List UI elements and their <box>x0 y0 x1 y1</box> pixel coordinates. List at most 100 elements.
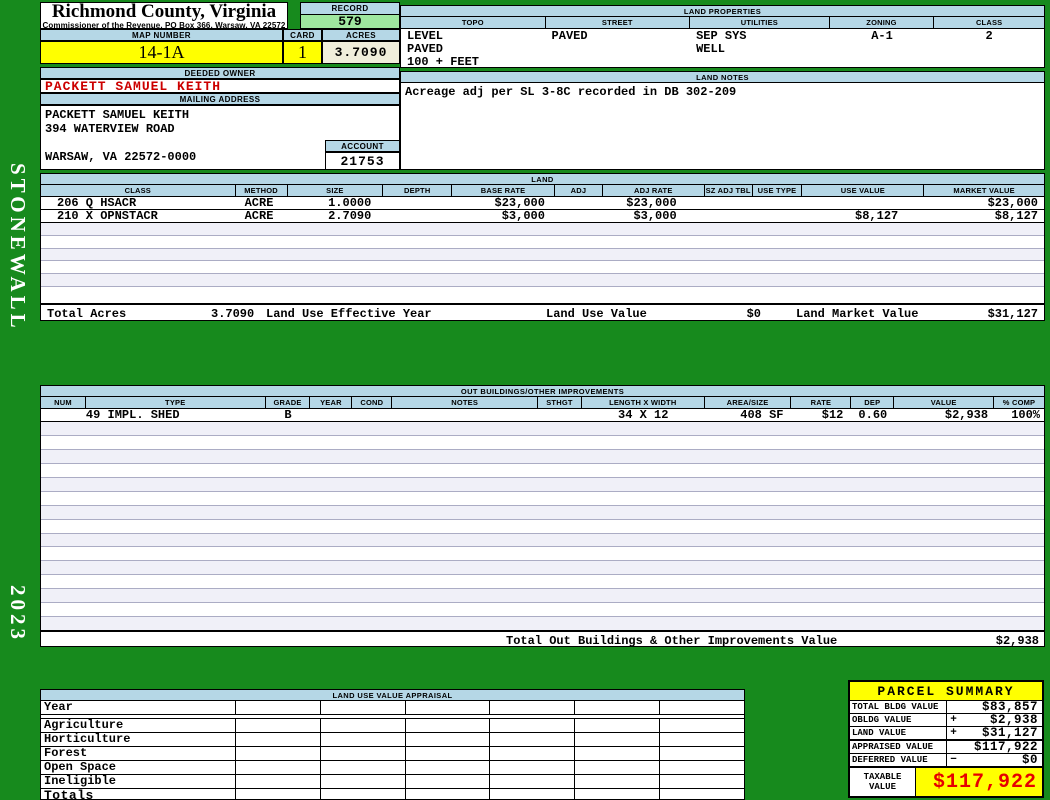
land-cell-depth <box>383 210 452 222</box>
column-header-class: CLASS <box>975 18 1003 27</box>
acres-header: ACRES <box>322 29 400 41</box>
land-cell-base-rate: $3,000 <box>501 210 545 222</box>
column-header-use-value: USE VALUE <box>802 185 925 196</box>
column-header-adj: ADJ <box>555 185 603 196</box>
column-header-sz-adj-tbl: SZ ADJ TBL <box>705 185 753 196</box>
appraisal-row-label: Ineligible <box>41 775 236 788</box>
ob-cell-rate: $12 <box>821 409 844 421</box>
column-header-zoning: ZONING <box>830 17 935 28</box>
land-market-value: $31,127 <box>987 307 1038 321</box>
land-properties-values: LEVEL PAVED 100 + FEET PAVED SEP SYS WEL… <box>401 29 1044 69</box>
zoning-value: A-1 <box>871 29 893 43</box>
land-cell-adj-rate: $23,000 <box>626 197 677 209</box>
land-cell-class: 206 Q HSACR <box>57 197 137 209</box>
out-buildings-empty-rows <box>41 422 1044 631</box>
column-header-topo: TOPO <box>401 17 546 28</box>
taxable-value-label: TAXABLE VALUE <box>850 768 916 796</box>
summary-label: APPRAISED VALUE <box>850 741 947 753</box>
out-buildings-total-label: Total Out Buildings & Other Improvements… <box>506 634 838 648</box>
summary-row-appraised: APPRAISED VALUE $117,922 <box>850 740 1042 754</box>
land-cell-depth <box>383 197 452 209</box>
land-cell-size: 2.7090 <box>328 210 372 222</box>
column-header-type: TYPE <box>86 397 266 408</box>
total-acres-value: 3.7090 <box>211 307 255 321</box>
out-buildings-total-value: $2,938 <box>995 634 1039 648</box>
land-use-effective-year-label: Land Use Effective Year <box>266 307 432 321</box>
land-cell-market-value: $8,127 <box>994 210 1038 222</box>
class-value: 2 <box>985 29 993 43</box>
deeded-owner-value: PACKETT SAMUEL KEITH <box>40 79 400 93</box>
appraisal-row-label: Totals <box>41 789 236 800</box>
appraisal-row-label: Open Space <box>41 761 236 774</box>
county-title: Richmond County, Virginia <box>51 1 277 22</box>
land-cell-sz-adj-tbl <box>705 210 753 222</box>
appraisal-row-label: Year <box>41 701 236 714</box>
property-record-card: STONEWALL 2023 Richmond County, Virginia… <box>0 0 1050 800</box>
map-number-header: MAP NUMBER <box>40 29 283 41</box>
column-header-method: METHOD <box>236 185 288 196</box>
column-header-class: CLASS <box>41 185 236 196</box>
land-use-value-label: Land Use Value <box>546 307 647 321</box>
column-header-depth: DEPTH <box>383 185 453 196</box>
summary-operator: + <box>950 727 957 739</box>
column-header-dep: DEP <box>851 397 895 408</box>
parcel-summary-title: PARCEL SUMMARY <box>850 682 1042 701</box>
land-properties-header-row: TOPO STREET UTILITIES ZONING CLASS <box>401 17 1044 29</box>
summary-operator: + <box>950 714 957 726</box>
appraisal-row-cells <box>236 775 744 788</box>
utilities-values: SEP SYS WELL <box>690 29 830 69</box>
land-cell-use-type <box>753 210 803 222</box>
column-header-utilities: UTILITIES <box>690 17 830 28</box>
out-buildings-header-row: NUM TYPE GRADE YEAR COND NOTES STHGT LEN… <box>41 397 1044 409</box>
appraisal-row-cells <box>236 747 744 760</box>
ob-cell-year <box>310 409 352 421</box>
column-header-pct-comp: % COMP <box>1002 398 1036 407</box>
summary-value: $83,857 <box>981 700 1038 714</box>
summary-value: $117,922 <box>973 740 1038 754</box>
summary-label: LAND VALUE <box>850 727 947 739</box>
appraisal-row-label: Agriculture <box>41 719 236 732</box>
summary-row-land: LAND VALUE + $31,127 <box>850 727 1042 740</box>
column-header-grade: GRADE <box>266 397 311 408</box>
column-header-market-value: MARKET VALUE <box>953 186 1015 195</box>
column-header-use-type: USE TYPE <box>753 185 803 196</box>
summary-value: $2,938 <box>989 713 1038 727</box>
column-header-adj-rate: ADJ RATE <box>603 185 705 196</box>
appraisal-row-cells <box>236 733 744 746</box>
column-header-street: STREET <box>546 17 691 28</box>
land-empty-rows <box>41 223 1044 299</box>
topo-values: LEVEL PAVED 100 + FEET <box>401 29 546 69</box>
appraisal-row-forest: Forest <box>41 747 744 761</box>
land-totals-row: Total Acres 3.7090 Land Use Effective Ye… <box>41 303 1044 321</box>
column-header-base-rate: BASE RATE <box>452 185 555 196</box>
summary-label: TOTAL BLDG VALUE <box>850 701 947 713</box>
land-cell-use-value: $8,127 <box>855 210 899 222</box>
land-cell-adj-rate: $3,000 <box>633 210 677 222</box>
appraisal-row-ineligible: Ineligible <box>41 775 744 789</box>
account-value: 21753 <box>325 152 400 170</box>
summary-value: $0 <box>1021 753 1038 767</box>
land-cell-use-value <box>802 197 924 209</box>
out-buildings-title: OUT BUILDINGS/OTHER IMPROVEMENTS <box>41 386 1044 397</box>
land-cell-class: 210 X OPNSTACR <box>57 210 158 222</box>
mailing-address-line: PACKETT SAMUEL KEITH <box>45 108 190 122</box>
ob-cell-num <box>41 409 86 421</box>
land-row: 210 X OPNSTACR ACRE 2.7090 $3,000 $3,000… <box>41 210 1044 223</box>
taxable-value-row: TAXABLE VALUE $117,922 <box>850 767 1042 796</box>
column-header-rate: RATE <box>791 397 852 408</box>
appraisal-row-cells <box>236 701 744 714</box>
land-properties-section: LAND PROPERTIES TOPO STREET UTILITIES ZO… <box>400 5 1045 69</box>
out-buildings-section: OUT BUILDINGS/OTHER IMPROVEMENTS NUM TYP… <box>40 385 1045 648</box>
land-row: 206 Q HSACR ACRE 1.0000 $23,000 $23,000 … <box>41 197 1044 210</box>
street-value: PAVED <box>551 29 588 43</box>
appraisal-row-horticulture: Horticulture <box>41 733 744 747</box>
card-value: 1 <box>283 41 322 64</box>
land-notes-text: Acreage adj per SL 3-8C recorded in DB 3… <box>405 85 737 99</box>
appraisal-row-cells <box>236 761 744 774</box>
summary-value: $31,127 <box>981 726 1038 740</box>
column-header-area-size: AREA/SIZE <box>705 397 792 408</box>
ob-cell-notes <box>392 409 538 421</box>
summary-operator <box>947 701 960 713</box>
land-use-value: $0 <box>746 307 761 321</box>
column-header-notes: NOTES <box>392 397 538 408</box>
